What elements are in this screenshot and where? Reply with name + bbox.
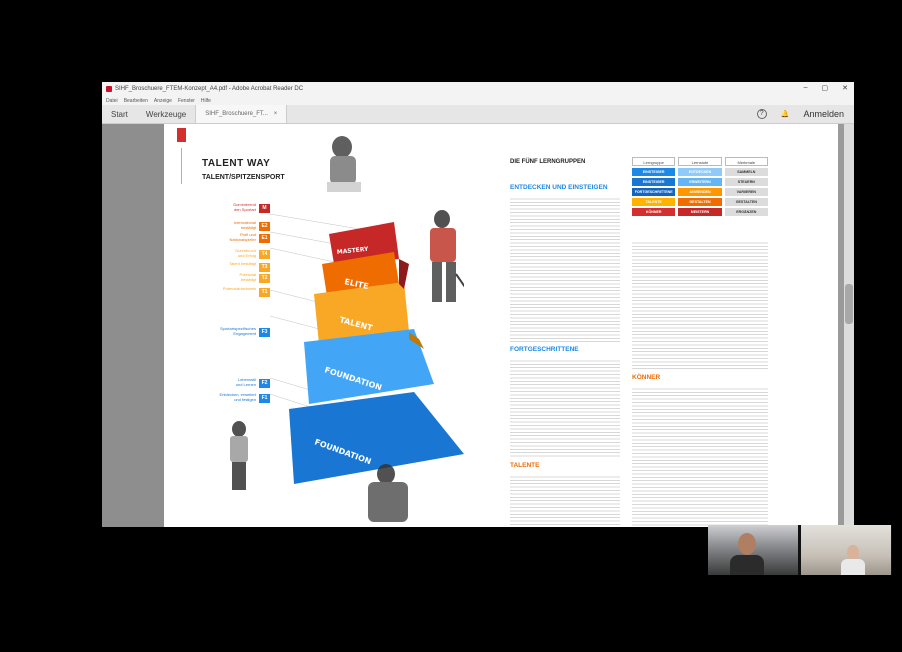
close-button[interactable]: ✕ <box>842 84 848 92</box>
table-row: FORTGESCHRITTENE ANWENDEN VARIIEREN <box>632 188 768 196</box>
right-scrollbar[interactable] <box>844 124 854 527</box>
table-row: EINSTEIGER ENTDECKEN SAMMELN <box>632 168 768 176</box>
table-cell: SAMMELN <box>724 168 768 176</box>
table-cell: ERWEITERN <box>678 178 722 186</box>
table-cell: FORTGESCHRITTENE <box>632 188 676 196</box>
table-cell: GESTALTEN <box>678 198 722 206</box>
col1-heading: DIE FÜNF LERNGRUPPEN <box>510 159 586 165</box>
participant-2-face <box>847 545 859 560</box>
table-header-cell: Lerngruppe <box>632 157 676 166</box>
tab-document[interactable]: SIHF_Broschuere_FT... × <box>195 105 288 123</box>
left-pane <box>102 124 164 527</box>
table-cell: MEISTERN <box>678 208 722 216</box>
acrobat-window: SIHF_Broschuere_FTEM-Konzept_A4.pdf - Ad… <box>102 82 854 527</box>
col1-sub-entdecken: ENTDECKEN UND EINSTEIGEN <box>510 184 608 191</box>
bell-icon[interactable]: 🔔 <box>781 110 790 118</box>
table-row: EINSTEIGER ERWEITERN STEUERN <box>632 178 768 186</box>
table-header-cell: Merkmale <box>724 157 768 166</box>
table-row: TALENTE GESTALTEN GESTALTEN <box>632 198 768 206</box>
table-cell: KÖNNER <box>632 208 676 216</box>
signin-button[interactable]: Anmelden <box>803 109 844 119</box>
participant-1-face <box>738 533 756 555</box>
col1-sub-fortgeschrittene: FORTGESCHRITTENE <box>510 346 579 353</box>
table-cell: STEUERN <box>724 178 768 186</box>
col1-body-text-1 <box>510 196 620 344</box>
table-cell: TALENTE <box>632 198 676 206</box>
participant-video-1[interactable] <box>708 525 798 575</box>
help-icon[interactable]: ? <box>756 109 767 119</box>
minimize-button[interactable]: – <box>804 84 808 92</box>
table-cell: ANWENDEN <box>678 188 722 196</box>
menu-file[interactable]: Datei <box>106 98 118 104</box>
maximize-button[interactable]: ▢ <box>822 84 829 92</box>
col1-sub-talente: TALENTE <box>510 462 540 469</box>
table-header-cell: Lernstufe <box>678 157 722 166</box>
table-row: KÖNNER MEISTERN ERGÄNZEN <box>632 208 768 216</box>
pdf-page: TALENT WAY TALENT/SPITZENSPORT Dominiere… <box>164 124 838 527</box>
tab-start[interactable]: Start <box>102 105 137 123</box>
menu-help[interactable]: Hilfe <box>201 98 211 104</box>
tab-tools[interactable]: Werkzeuge <box>137 105 195 123</box>
menu-edit[interactable]: Bearbeiten <box>124 98 148 104</box>
acrobat-icon <box>106 86 112 92</box>
tab-close-icon[interactable]: × <box>274 111 278 117</box>
col2-body-text-2 <box>632 386 768 527</box>
col1-body-text-3 <box>510 474 620 527</box>
title-bar: SIHF_Broschuere_FTEM-Konzept_A4.pdf - Ad… <box>102 82 854 96</box>
document-viewer: TALENT WAY TALENT/SPITZENSPORT Dominiere… <box>102 124 854 527</box>
ftem-staircase-graphic: MASTERY ELITE TALENT FOUNDATION FOUNDATI… <box>230 136 464 522</box>
table-cell: EINSTEIGER <box>632 178 676 186</box>
menu-bar: Datei Bearbeiten Anzeige Fenster Hilfe <box>102 96 854 105</box>
tab-bar: Start Werkzeuge SIHF_Broschuere_FT... × … <box>102 105 854 124</box>
col2-sub-koenner: KÖNNER <box>632 374 661 381</box>
scrollbar-thumb[interactable] <box>845 284 853 324</box>
video-call-thumbnails <box>708 525 892 575</box>
table-cell: EINSTEIGER <box>632 168 676 176</box>
video-frame: SIHF_Broschuere_FTEM-Konzept_A4.pdf - Ad… <box>22 0 894 652</box>
col1-body-text-2 <box>510 358 620 458</box>
table-cell: ERGÄNZEN <box>724 208 768 216</box>
table-cell: VARIIEREN <box>724 188 768 196</box>
participant-video-2[interactable] <box>801 525 891 575</box>
menu-view[interactable]: Anzeige <box>154 98 172 104</box>
tab-document-label: SIHF_Broschuere_FT... <box>205 111 268 117</box>
table-cell: ENTDECKEN <box>678 168 722 176</box>
learning-groups-table: Lerngruppe Lernstufe Merkmale EINSTEIGER EN… <box>632 157 768 218</box>
window-title: SIHF_Broschuere_FTEM-Konzept_A4.pdf - Ad… <box>115 86 304 92</box>
table-cell: GESTALTEN <box>724 198 768 206</box>
menu-window[interactable]: Fenster <box>178 98 195 104</box>
col2-body-text-1 <box>632 240 768 370</box>
